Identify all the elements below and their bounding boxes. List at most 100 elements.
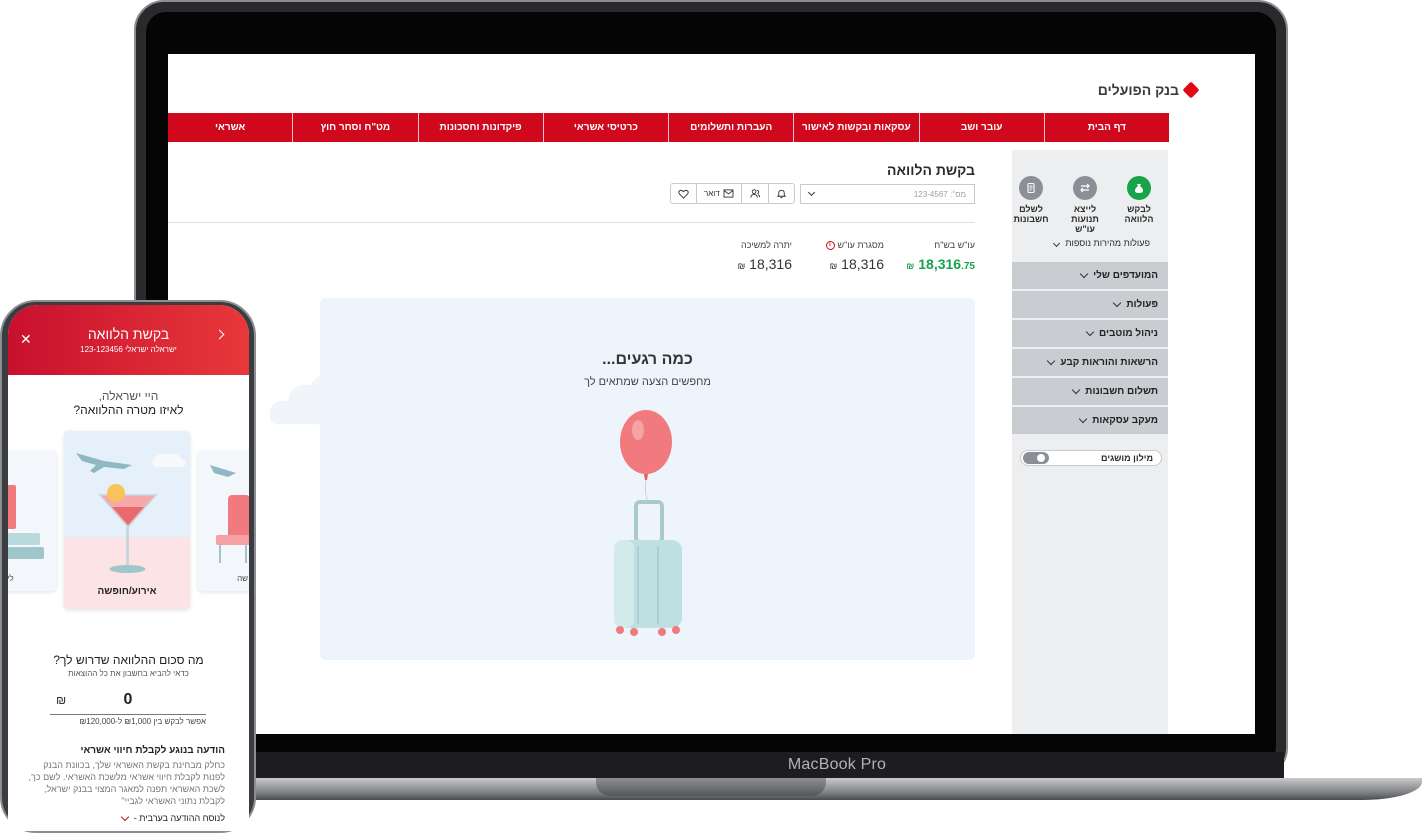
nav-transfers-payments[interactable]: העברות ותשלומים bbox=[668, 113, 793, 142]
sidebar-item-standing-orders[interactable]: הרשאות והוראות קבע bbox=[1012, 349, 1168, 376]
phone-greeting: היי ישראלה, bbox=[98, 389, 159, 403]
quick-action-label: לייצא תנועות עו"ש bbox=[1071, 204, 1099, 234]
balance-label-row: מסגרת עו"ש i bbox=[825, 240, 885, 250]
info-icon[interactable]: i bbox=[825, 240, 835, 250]
notice-title: הודעה בנוגע לקבלת חיווי אשראי bbox=[80, 745, 225, 756]
sidebar-item-label: הרשאות והוראות קבע bbox=[1060, 357, 1158, 368]
balance-decimal: .75 bbox=[961, 261, 975, 272]
account-select-value: מס׳: 123-4567 bbox=[913, 189, 966, 199]
toolbar: דואר bbox=[670, 183, 795, 204]
chevron-down-icon bbox=[1085, 327, 1095, 337]
sidebar: לבקש הלוואה לייצא תנועות עו"ש לשלם חשבונ… bbox=[1012, 150, 1168, 734]
laptop-notch bbox=[596, 778, 826, 796]
chevron-down-icon bbox=[1113, 298, 1122, 308]
bank-logo[interactable]: בנק הפועלים bbox=[1098, 81, 1200, 99]
toggle-switch[interactable] bbox=[1023, 452, 1049, 464]
page-title: בקשת הלוואה bbox=[887, 162, 975, 178]
nav-credit[interactable]: אשראי bbox=[168, 113, 292, 142]
notifications-button[interactable] bbox=[767, 184, 794, 203]
cocktail-illustration bbox=[64, 431, 190, 609]
glossary-toggle[interactable]: מילון מושגים bbox=[1020, 450, 1162, 466]
sidebar-item-label: תשלום חשבונות bbox=[1085, 386, 1158, 397]
chevron-down-icon bbox=[1079, 269, 1089, 279]
account-select[interactable]: מס׳: 123-4567 bbox=[800, 184, 975, 204]
notice-text: כחלק מבחינת בקשת האשראי שלך, בכוונת הבנק… bbox=[28, 760, 225, 806]
phone-screen: ✕ בקשת הלוואה ישראלה ישראלי 123-123456 ה… bbox=[8, 305, 249, 831]
sidebar-item-beneficiaries[interactable]: ניהול מוטבים bbox=[1012, 320, 1168, 347]
currency-symbol: ₪ bbox=[737, 261, 746, 271]
nav-transactions-approvals[interactable]: עסקאות ובקשות לאישור bbox=[793, 113, 918, 142]
balloon-suitcase-illustration bbox=[614, 410, 682, 636]
balance-label: יתרה למשיכה bbox=[741, 240, 792, 250]
bill-icon bbox=[1019, 176, 1043, 200]
balance-overdraft-limit: מסגרת עו"ש i 18,316 ₪ bbox=[825, 240, 885, 272]
loading-title: כמה רגעים... bbox=[602, 351, 693, 368]
amount-hint: כדאי להביא בחשבון את כל ההוצאות bbox=[68, 669, 189, 678]
sidebar-item-label: המועדפים שלי bbox=[1093, 270, 1158, 281]
chevron-down-icon bbox=[1052, 239, 1060, 248]
balance-label: מסגרת עו"ש bbox=[837, 240, 885, 250]
purpose-card-furniture[interactable]: שה bbox=[198, 451, 249, 591]
sidebar-item-bill-payment[interactable]: תשלום חשבונות bbox=[1012, 378, 1168, 405]
nav-forex-trade[interactable]: מט"ח וסחר חוץ bbox=[292, 113, 417, 142]
balance-value: 18,316.75 ₪ bbox=[906, 256, 975, 272]
currency-symbol: ₪ bbox=[56, 693, 67, 707]
export-icon bbox=[1073, 176, 1097, 200]
amount-value: 0 bbox=[123, 691, 133, 708]
arabic-notice-link[interactable]: לנוסח ההודעה בערבית - bbox=[120, 812, 225, 823]
card-label: לימ bbox=[8, 574, 14, 583]
sidebar-item-label: פעולות bbox=[1126, 299, 1158, 310]
quick-actions: לבקש הלוואה לייצא תנועות עו"ש לשלם חשבונ… bbox=[1012, 176, 1158, 234]
currency-symbol: ₪ bbox=[829, 261, 838, 271]
balance-available: יתרה למשיכה 18,316 ₪ bbox=[738, 240, 792, 272]
quick-action-request-loan[interactable]: לבקש הלוואה bbox=[1120, 176, 1158, 234]
balance-label: עו"ש בש"ח bbox=[934, 240, 975, 250]
favorite-button[interactable] bbox=[671, 184, 696, 203]
quick-action-export[interactable]: לייצא תנועות עו"ש bbox=[1066, 176, 1104, 234]
sidebar-item-label: מעקב עסקאות bbox=[1092, 415, 1158, 426]
money-bag-icon bbox=[1127, 176, 1151, 200]
phone-header: ✕ בקשת הלוואה ישראלה ישראלי 123-123456 bbox=[8, 305, 249, 375]
nav-credit-cards[interactable]: כרטיסי אשראי bbox=[542, 113, 668, 142]
amount-input[interactable]: 0 ₪ bbox=[50, 689, 206, 715]
quick-action-label: לבקש הלוואה bbox=[1124, 204, 1154, 224]
sidebar-item-actions[interactable]: פעולות bbox=[1012, 291, 1168, 318]
laptop-screen: בנק הפועלים דף הבית עובר ושב עסקאות ובקש… bbox=[168, 54, 1255, 734]
books-illustration bbox=[8, 451, 56, 591]
quick-action-pay-bills[interactable]: לשלם חשבונות bbox=[1012, 176, 1050, 234]
more-quick-actions-label: פעולות מהירות נוספות bbox=[1065, 238, 1150, 248]
advisor-button[interactable] bbox=[740, 184, 768, 203]
chair-illustration bbox=[198, 451, 249, 591]
heart-icon bbox=[678, 189, 689, 199]
phone-subtitle: ישראלה ישראלי 123-123456 bbox=[80, 345, 177, 354]
purpose-card-studies[interactable]: לימ bbox=[8, 451, 56, 591]
chevron-down-icon bbox=[807, 188, 816, 197]
bank-logo-icon bbox=[1182, 81, 1200, 99]
chevron-down-icon bbox=[1072, 385, 1081, 395]
card-label: שה bbox=[237, 574, 248, 583]
sidebar-menu: המועדפים שלי פעולות ניהול מוטבים הרשאות … bbox=[1012, 262, 1168, 436]
glossary-label: מילון מושגים bbox=[1101, 453, 1153, 463]
phone-question: לאיזו מטרה ההלוואה? bbox=[73, 403, 184, 417]
balance-value: 18,316 ₪ bbox=[738, 256, 792, 272]
sidebar-item-favorites[interactable]: המועדפים שלי bbox=[1012, 262, 1168, 289]
amount-range: אפשר לבקש בין ₪1,000 ל-₪120,000 bbox=[79, 717, 206, 726]
chevron-down-icon bbox=[1078, 414, 1088, 424]
people-icon bbox=[750, 189, 760, 198]
card-label: אירוע/חופשה bbox=[97, 586, 157, 597]
nav-deposits-savings[interactable]: פיקדונות וחסכונות bbox=[417, 113, 543, 142]
sidebar-item-label: ניהול מוטבים bbox=[1099, 328, 1158, 339]
nav-current-account[interactable]: עובר ושב bbox=[918, 113, 1044, 142]
arabic-notice-link-label: לנוסח ההודעה בערבית - bbox=[133, 813, 225, 823]
nav-home[interactable]: דף הבית bbox=[1043, 113, 1169, 142]
sidebar-item-transaction-tracking[interactable]: מעקב עסקאות bbox=[1012, 407, 1168, 434]
balance-amount: 18,316 bbox=[918, 256, 962, 272]
more-quick-actions[interactable]: פעולות מהירות נוספות bbox=[1052, 238, 1150, 248]
purpose-card-event-vacation[interactable]: אירוע/חופשה bbox=[64, 431, 190, 609]
balance-amount: 18,316 bbox=[749, 256, 792, 272]
mail-button[interactable]: דואר bbox=[696, 184, 741, 203]
chevron-down-icon bbox=[120, 812, 129, 821]
phone-title: בקשת הלוואה bbox=[87, 326, 170, 342]
currency-symbol: ₪ bbox=[906, 261, 915, 271]
envelope-icon bbox=[723, 189, 734, 198]
